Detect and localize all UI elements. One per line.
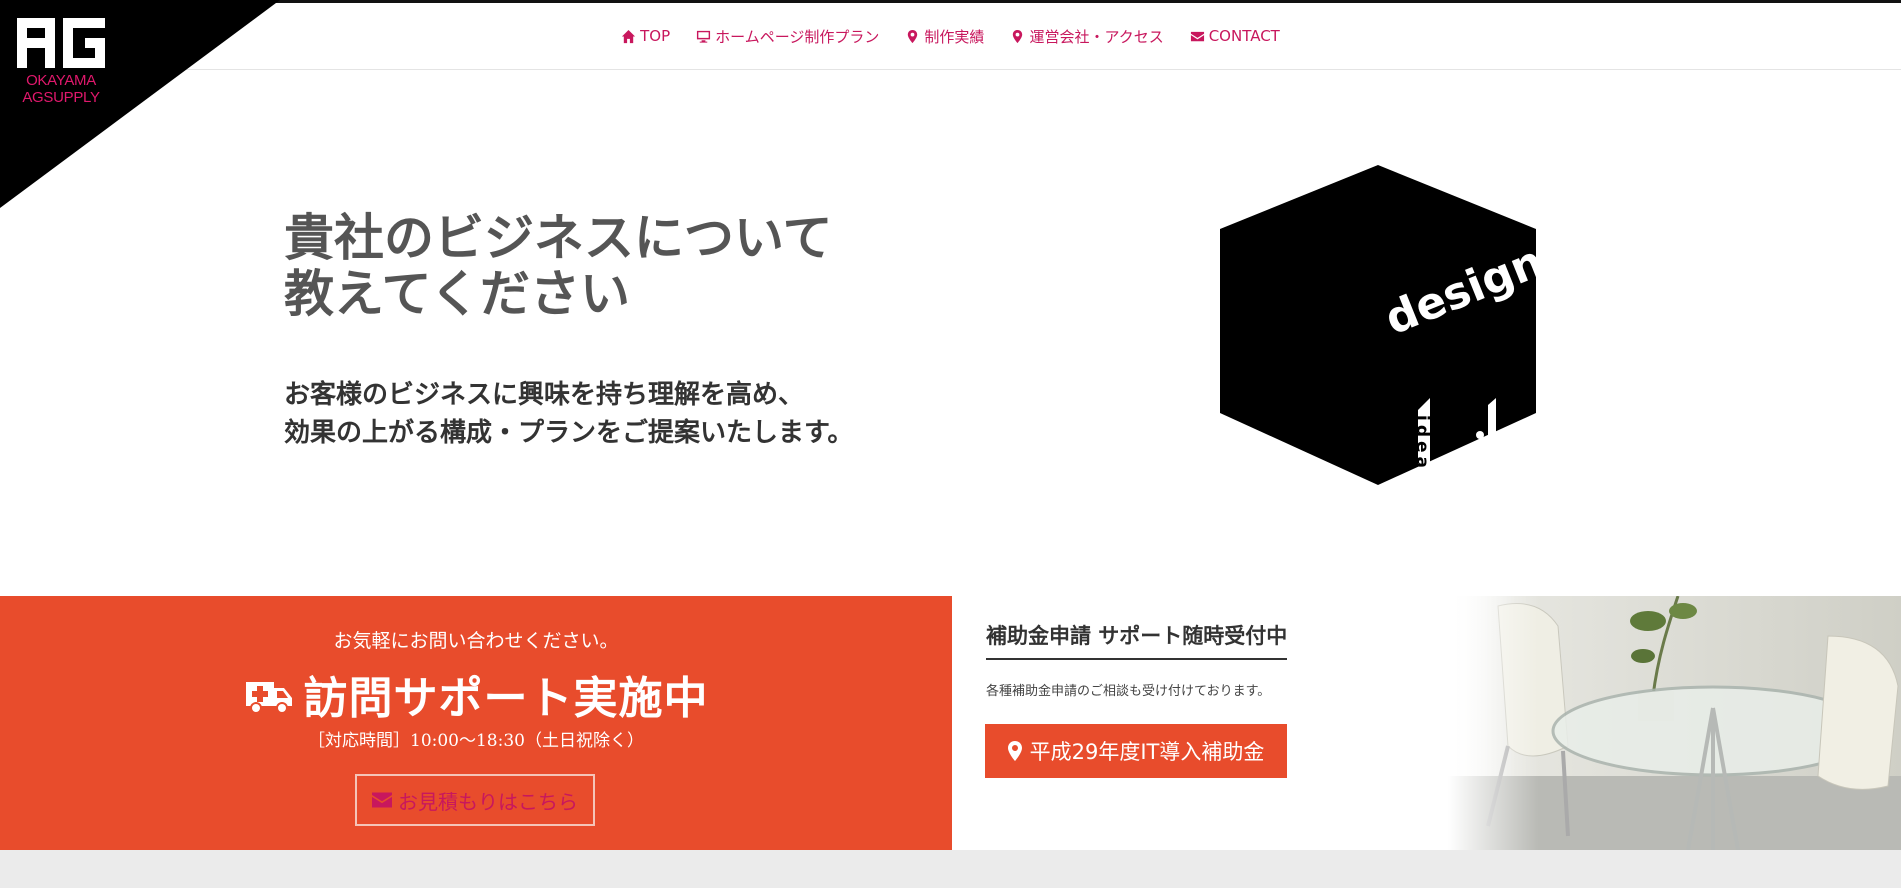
hero-subtitle-line-1: お客様のビジネスに興味を持ち理解を高め、: [284, 380, 805, 410]
subsidy-text: 各種補助金申請のご相談も受け付けております。: [986, 684, 1271, 699]
nav-item-contact[interactable]: CONTACT: [1190, 27, 1280, 45]
hero-subtitle: お客様のビジネスに興味を持ち理解を高め、 効果の上がる構成・プランをご提案いたし…: [284, 376, 853, 452]
hero-subtitle-line-2: 効果の上がる構成・プランをご提案いたします。: [284, 418, 854, 448]
envelope-icon: [372, 792, 392, 808]
ambulance-icon: [245, 682, 292, 714]
logo-line-1: OKAYAMA: [26, 72, 96, 89]
estimate-button-label: お見積もりはこちら: [398, 789, 578, 814]
office-table-photo: [1448, 596, 1901, 850]
envelope-icon: [1190, 31, 1204, 41]
nav-item-works[interactable]: 制作実績: [905, 26, 984, 47]
monitor-icon: [697, 30, 711, 43]
it-subsidy-button-label: 平成29年度IT導入補助金: [1029, 740, 1265, 764]
visit-support-panel: お気軽にお問い合わせください。 訪問サポート実施中 ［対応時間］10:00～18…: [0, 596, 952, 850]
visit-support-title: 訪問サポート実施中: [0, 662, 952, 726]
nav-item-label: CONTACT: [1208, 27, 1280, 45]
visit-support-title-text: 訪問サポート実施中: [303, 673, 709, 724]
map-pin-icon: [1007, 741, 1022, 761]
support-hours: ［対応時間］10:00～18:30（土日祝除く）: [308, 731, 644, 751]
nav-item-label: ホームページ制作プラン: [715, 27, 880, 46]
cube-word-idea: idea: [1412, 415, 1432, 472]
it-subsidy-button[interactable]: 平成29年度IT導入補助金: [985, 724, 1287, 778]
estimate-button[interactable]: お見積もりはこちら: [355, 774, 595, 826]
top-navbar: TOP ホームページ制作プラン 制作実績 運営会社・アクセス CONTACT: [0, 3, 1901, 70]
nav-item-label: 制作実績: [924, 27, 985, 46]
nav-item-company[interactable]: 運営会社・アクセス: [1010, 26, 1164, 47]
nav-item-label: 運営会社・アクセス: [1029, 27, 1164, 46]
logo-text: OKAYAMA AGSUPPLY: [14, 72, 108, 106]
contact-lead: お気軽にお問い合わせください。: [333, 630, 619, 652]
main-nav: TOP ホームページ制作プラン 制作実績 運営会社・アクセス CONTACT: [0, 3, 1901, 69]
hero-title: 貴社のビジネスについて 教えてください: [284, 210, 833, 322]
logo-line-2: AGSUPPLY: [22, 89, 100, 106]
logo-corner[interactable]: OKAYAMA AGSUPPLY: [0, 0, 280, 208]
nav-item-top[interactable]: TOP: [621, 27, 670, 45]
hero-title-line-2: 教えてください: [284, 265, 630, 323]
map-pin-icon: [908, 29, 918, 43]
nav-item-plan[interactable]: ホームページ制作プラン: [696, 26, 879, 47]
home-icon: [622, 29, 636, 43]
subsidy-title: 補助金申請 サポート随時受付中: [986, 620, 1288, 660]
logo-mark: [17, 18, 105, 68]
map-pin-icon: [1013, 29, 1023, 43]
hero-title-line-1: 貴社のビジネスについて: [284, 209, 833, 267]
nav-item-label: TOP: [640, 27, 671, 45]
footer-strip: [0, 850, 1901, 888]
design-cube-illustration: design idea: [1220, 165, 1548, 485]
